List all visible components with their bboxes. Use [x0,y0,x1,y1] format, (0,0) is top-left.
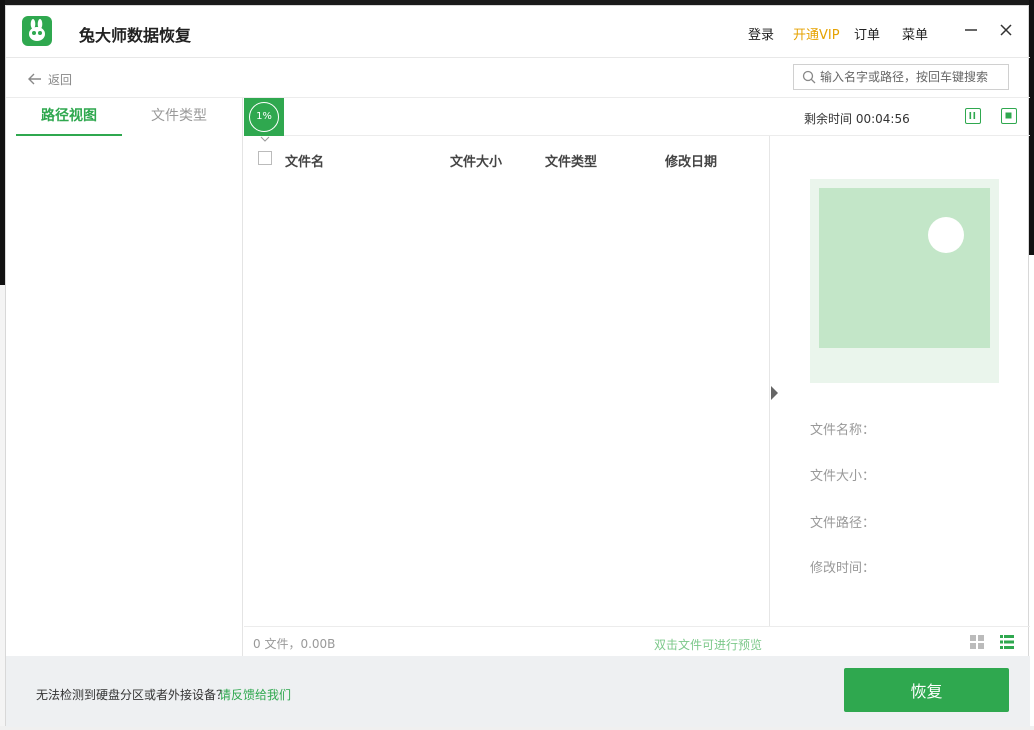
minimize-button[interactable] [960,19,982,41]
search-icon [802,70,816,84]
vip-link[interactable]: 开通VIP [793,24,840,43]
file-list: 文件名 文件大小 文件类型 修改日期 [244,136,770,626]
left-panel: 路径视图 文件类型 [6,98,243,656]
meta-label-size: 文件大小： [810,469,876,484]
search-input[interactable] [820,68,1004,86]
close-icon [1000,24,1012,36]
close-button[interactable] [995,19,1017,41]
feedback-link[interactable]: 请反馈给我们 [219,686,291,703]
footer-bar: 无法检测到硬盘分区或者外接设备？ 请反馈给我们 恢复 [6,656,1030,727]
tab-path-view[interactable]: 路径视图 [16,98,122,136]
image-placeholder-icon [819,188,990,348]
file-count: 0 文件，0.00B [253,637,336,651]
preview-panel: 文件名称： 文件大小： 文件路径： 修改时间： [779,136,1030,626]
arrow-left-icon [28,73,41,85]
app-window: 兔大师数据恢复 登录 开通VIP 订单 菜单 返回 输入名字或路径，按回车键搜索… [5,5,1030,727]
menu-link[interactable]: 菜单 [902,24,928,43]
status-row: 0 文件，0.00B 双击文件可进行预览 [244,626,1030,656]
column-header-type[interactable]: 文件类型 [545,151,597,170]
scan-progress-bar: 1% [244,98,284,136]
login-link[interactable]: 登录 [748,24,774,43]
column-header-name[interactable]: 文件名 [285,151,324,170]
app-title: 兔大师数据恢复 [79,26,192,45]
placeholder-sun [928,217,964,253]
meta-label-name: 文件名称： [810,423,876,438]
column-header-date[interactable]: 修改日期 [665,151,717,170]
list-view-icon [1000,635,1014,649]
tab-file-type[interactable]: 文件类型 [126,98,232,136]
title-bar: 兔大师数据恢复 登录 开通VIP 订单 菜单 [6,6,1030,58]
scan-progress-row: 1% 剩余时间 00:04:56 [244,98,1030,136]
scan-progress-percent: 1% [249,102,279,132]
meta-label-path: 文件路径： [810,516,876,531]
stop-icon [1005,112,1012,119]
stop-button[interactable] [1001,108,1017,124]
footer-message: 无法检测到硬盘分区或者外接设备？ [36,688,229,702]
list-view-button[interactable] [1000,635,1014,649]
collapse-preview-icon[interactable] [770,386,779,400]
minimize-icon [965,29,977,31]
meta-label-modified: 修改时间： [810,561,876,576]
search-box [793,64,1009,90]
preview-thumbnail [810,179,999,383]
nav-row: 返回 [6,58,1030,98]
orders-link[interactable]: 订单 [854,24,880,43]
recover-button[interactable]: 恢复 [844,668,1009,712]
back-button[interactable]: 返回 [28,70,72,88]
select-all-checkbox[interactable] [258,151,272,165]
chevron-down-icon[interactable] [260,136,270,142]
pause-button[interactable] [965,108,981,124]
preview-hint: 双击文件可进行预览 [654,638,763,652]
grid-view-button[interactable] [970,635,984,649]
rabbit-logo-icon [22,16,52,46]
back-label: 返回 [48,72,73,87]
remaining-time: 剩余时间 00:04:56 [804,112,910,126]
pause-icon [969,112,976,119]
grid-view-icon [970,635,984,649]
column-header-size[interactable]: 文件大小 [450,151,502,170]
